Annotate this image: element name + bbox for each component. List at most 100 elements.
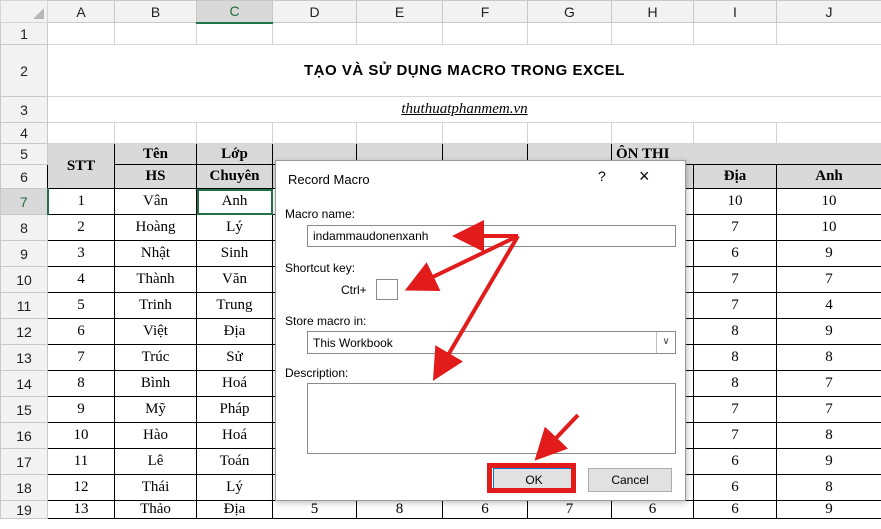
cell-anh[interactable]: 9 — [776, 500, 881, 519]
cell-score[interactable]: 8 — [356, 500, 443, 519]
column-header-e[interactable]: E — [356, 0, 443, 23]
ok-button[interactable]: OK — [493, 468, 575, 492]
cell-dia[interactable]: 8 — [693, 344, 777, 371]
cell-ten[interactable]: Trinh — [114, 292, 197, 319]
column-header-g[interactable]: G — [527, 0, 612, 23]
cell-ten[interactable]: Mỹ — [114, 396, 197, 423]
cell-score[interactable]: 6 — [442, 500, 528, 519]
cell-ten[interactable]: Thành — [114, 266, 197, 293]
chevron-down-icon[interactable]: ∨ — [656, 332, 675, 353]
cell-ten[interactable]: Lê — [114, 448, 197, 475]
cell-lop[interactable]: Lý — [196, 214, 273, 241]
cell-dia[interactable]: 7 — [693, 396, 777, 423]
cell-stt[interactable]: 2 — [47, 214, 115, 241]
cell-anh[interactable]: 7 — [776, 370, 881, 397]
cell-ten[interactable]: Trúc — [114, 344, 197, 371]
row-header-18[interactable]: 18 — [0, 474, 48, 501]
select-all-corner[interactable] — [0, 0, 48, 23]
cell-stt[interactable]: 1 — [47, 188, 115, 215]
column-header-h[interactable]: H — [611, 0, 694, 23]
cell-stt[interactable]: 12 — [47, 474, 115, 501]
column-header-b[interactable]: B — [114, 0, 197, 23]
cell-lop[interactable]: Pháp — [196, 396, 273, 423]
row-header-12[interactable]: 12 — [0, 318, 48, 345]
header-ten-line1[interactable]: Tên — [114, 143, 197, 165]
cell-lop[interactable]: Trung — [196, 292, 273, 319]
column-header-a[interactable]: A — [47, 0, 115, 23]
cell-anh[interactable]: 9 — [776, 240, 881, 267]
column-header-i[interactable]: I — [693, 0, 777, 23]
cell-anh[interactable]: 8 — [776, 422, 881, 449]
cell-ten[interactable]: Thái — [114, 474, 197, 501]
shortcut-key-input[interactable] — [376, 279, 398, 300]
cell-ten[interactable]: Hoàng — [114, 214, 197, 241]
cell-lop[interactable]: Anh — [196, 188, 273, 215]
cell-ten[interactable]: Thảo — [114, 500, 197, 519]
header-anh[interactable]: Anh — [776, 164, 881, 189]
row-header-19[interactable]: 19 — [0, 500, 48, 519]
cell-lop[interactable]: Địa — [196, 500, 273, 519]
close-button[interactable]: × — [639, 166, 650, 187]
row-header-7[interactable]: 7 — [0, 188, 49, 215]
cell-stt[interactable]: 5 — [47, 292, 115, 319]
cell-stt[interactable]: 7 — [47, 344, 115, 371]
header-lop-line1[interactable]: Lớp — [196, 143, 273, 165]
cell-lop[interactable]: Toán — [196, 448, 273, 475]
cell-stt[interactable]: 8 — [47, 370, 115, 397]
cell-anh[interactable]: 7 — [776, 396, 881, 423]
cell-lop[interactable]: Hoá — [196, 422, 273, 449]
cell-anh[interactable]: 9 — [776, 318, 881, 345]
column-header-f[interactable]: F — [442, 0, 528, 23]
row-header-6[interactable]: 6 — [0, 164, 48, 189]
cell-stt[interactable]: 11 — [47, 448, 115, 475]
header-stt[interactable]: STT — [47, 143, 115, 189]
cell-anh[interactable]: 7 — [776, 266, 881, 293]
cell-dia[interactable]: 7 — [693, 266, 777, 293]
cell-dia[interactable]: 8 — [693, 318, 777, 345]
cell-lop[interactable]: Địa — [196, 318, 273, 345]
cell-stt[interactable]: 3 — [47, 240, 115, 267]
column-header-d[interactable]: D — [272, 0, 357, 23]
cell-dia[interactable]: 7 — [693, 214, 777, 241]
cell-score[interactable]: 7 — [527, 500, 612, 519]
row-header-10[interactable]: 10 — [0, 266, 48, 293]
cell-dia[interactable]: 7 — [693, 292, 777, 319]
cell-stt[interactable]: 10 — [47, 422, 115, 449]
cell-lop[interactable]: Sinh — [196, 240, 273, 267]
header-ten-line2[interactable]: HS — [114, 164, 197, 189]
cell-lop[interactable]: Sử — [196, 344, 273, 371]
row-header-15[interactable]: 15 — [0, 396, 48, 423]
help-button[interactable]: ? — [598, 168, 606, 184]
row-header-3[interactable]: 3 — [0, 96, 48, 123]
cell-ten[interactable]: Việt — [114, 318, 197, 345]
cell-lop[interactable]: Văn — [196, 266, 273, 293]
row-header-16[interactable]: 16 — [0, 422, 48, 449]
store-macro-select[interactable]: This Workbook ∨ — [307, 331, 676, 354]
cell-ten[interactable]: Vân — [114, 188, 197, 215]
sheet-title[interactable]: TẠO VÀ SỬ DỤNG MACRO TRONG EXCEL — [47, 44, 881, 97]
cell-dia[interactable]: 8 — [693, 370, 777, 397]
cell-dia[interactable]: 6 — [693, 240, 777, 267]
row-header-2[interactable]: 2 — [0, 44, 48, 97]
header-lop-line2[interactable]: Chuyên — [196, 164, 273, 189]
cancel-button[interactable]: Cancel — [588, 468, 672, 492]
cell-stt[interactable]: 4 — [47, 266, 115, 293]
cell-stt[interactable]: 13 — [47, 500, 115, 519]
cell-anh[interactable]: 8 — [776, 344, 881, 371]
cell-dia[interactable]: 7 — [693, 422, 777, 449]
cell-dia[interactable]: 6 — [693, 474, 777, 501]
macro-name-input[interactable]: indammaudonenxanh — [307, 225, 676, 247]
row-header-11[interactable]: 11 — [0, 292, 48, 319]
cell-dia[interactable]: 6 — [693, 500, 777, 519]
cell-anh[interactable]: 8 — [776, 474, 881, 501]
column-header-c[interactable]: C — [196, 0, 273, 24]
row-header-8[interactable]: 8 — [0, 214, 48, 241]
cell-anh[interactable]: 10 — [776, 214, 881, 241]
cell-ten[interactable]: Hào — [114, 422, 197, 449]
cell-stt[interactable]: 9 — [47, 396, 115, 423]
row-header-9[interactable]: 9 — [0, 240, 48, 267]
row-header-13[interactable]: 13 — [0, 344, 48, 371]
cell-dia[interactable]: 10 — [693, 188, 777, 215]
description-textarea[interactable] — [307, 383, 676, 454]
cell-dia[interactable]: 6 — [693, 448, 777, 475]
